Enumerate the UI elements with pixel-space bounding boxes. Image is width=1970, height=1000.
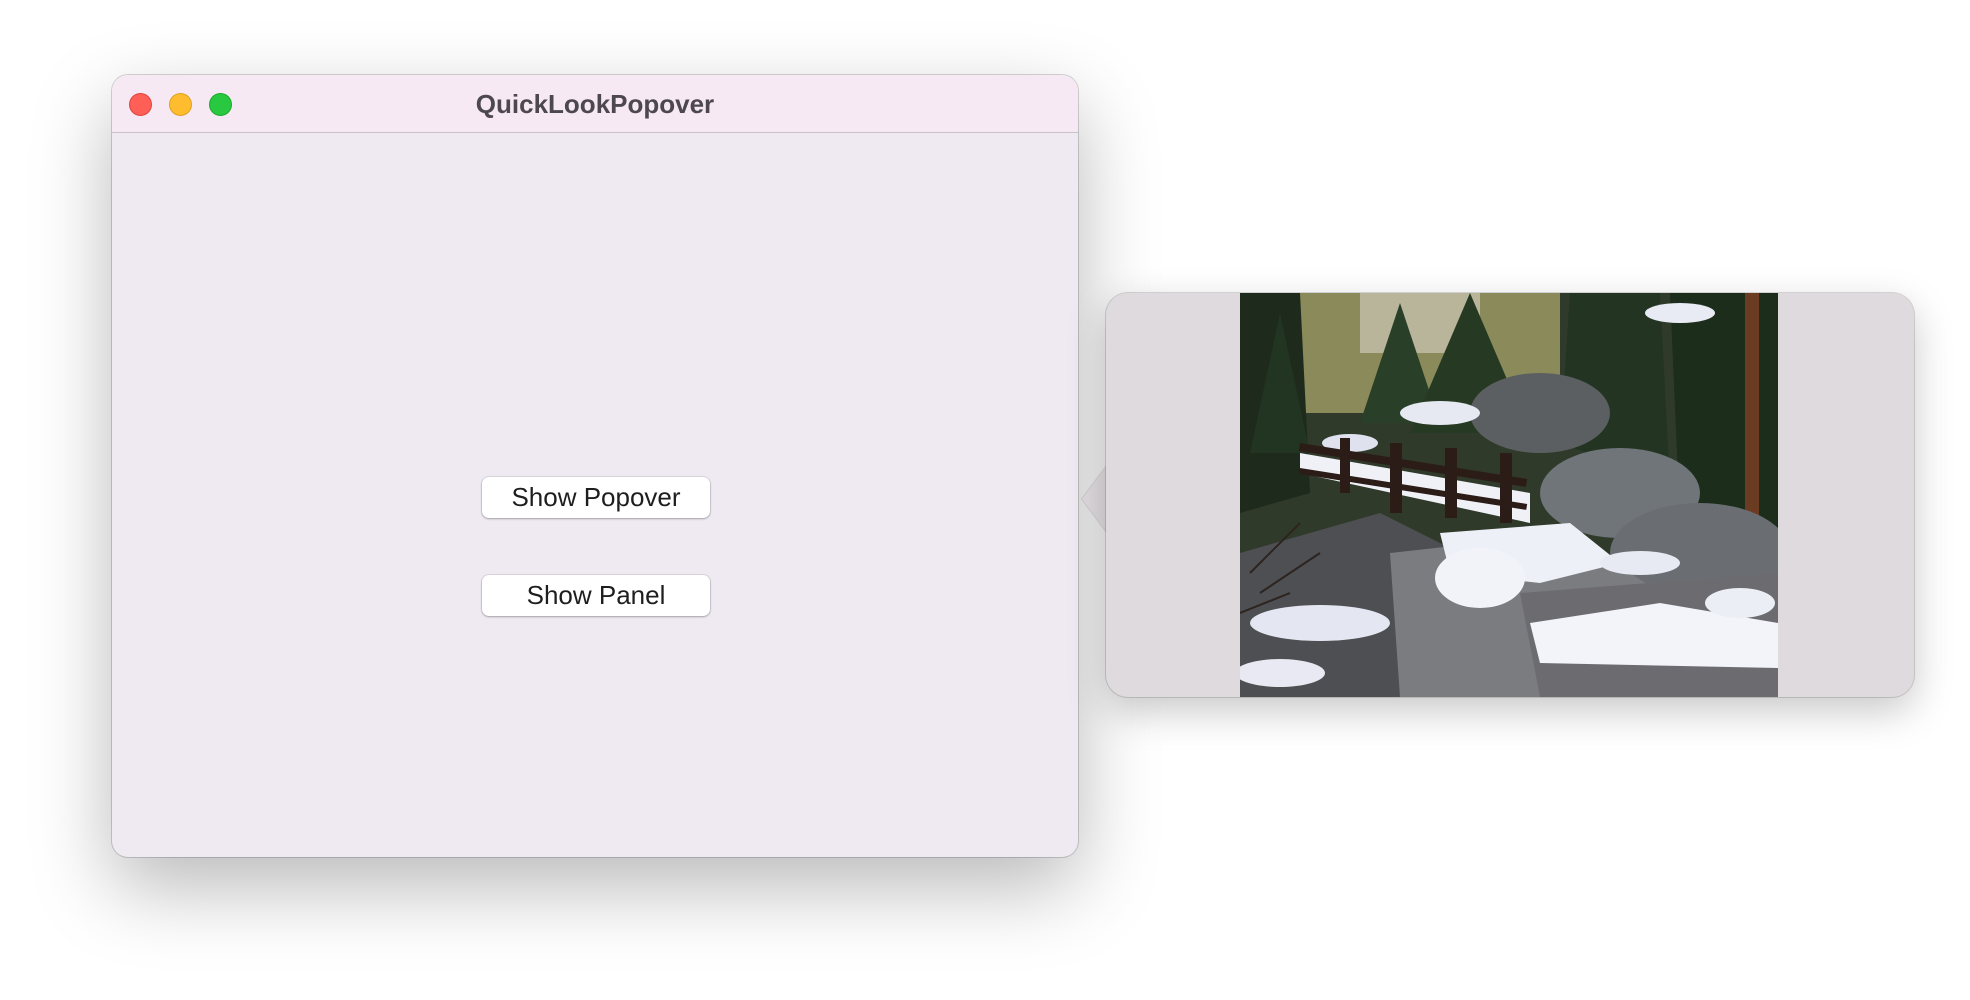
quicklook-popover: [1106, 293, 1914, 697]
show-popover-button[interactable]: Show Popover: [482, 477, 710, 518]
title-bar[interactable]: QuickLookPopover: [112, 75, 1078, 133]
snow-trail-image: [1240, 293, 1778, 697]
window-title: QuickLookPopover: [475, 89, 715, 119]
image-preview[interactable]: [1240, 293, 1778, 697]
show-panel-button[interactable]: Show Panel: [482, 575, 710, 616]
popover-arrow: [1082, 464, 1108, 534]
desktop: QuickLookPopover Show Popover Show Panel: [0, 0, 1970, 1000]
main-window: QuickLookPopover Show Popover Show Panel: [112, 75, 1078, 857]
